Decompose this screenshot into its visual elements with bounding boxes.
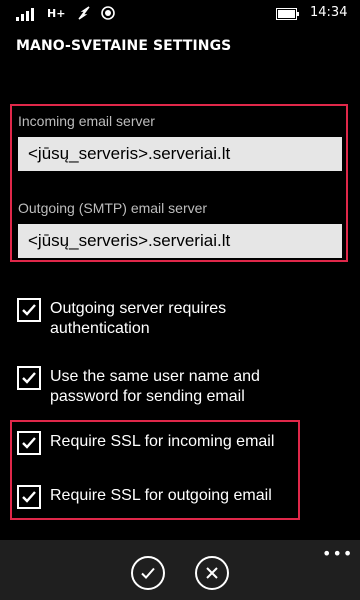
incoming-server-label: Incoming email server bbox=[18, 113, 155, 129]
checkmark-icon bbox=[22, 437, 36, 449]
incoming-server-input[interactable] bbox=[18, 137, 342, 171]
done-button[interactable] bbox=[131, 556, 165, 590]
checkbox-ssl-outgoing-label: Require SSL for outgoing email bbox=[50, 487, 272, 504]
location-icon bbox=[101, 6, 115, 20]
outgoing-server-input[interactable] bbox=[18, 224, 342, 258]
signal-icon bbox=[16, 8, 34, 21]
checkbox-outgoing-auth-box[interactable] bbox=[17, 298, 41, 322]
clock: 14:34 bbox=[310, 5, 348, 20]
checkmark-icon bbox=[22, 304, 36, 316]
cancel-button[interactable] bbox=[195, 556, 229, 590]
more-options-button[interactable]: ••• bbox=[322, 546, 353, 562]
cancel-icon bbox=[206, 567, 218, 579]
checkmark-icon bbox=[22, 372, 36, 384]
checkmark-icon bbox=[22, 491, 36, 503]
wifi-icon bbox=[78, 6, 90, 20]
done-icon bbox=[141, 567, 155, 579]
battery-icon bbox=[276, 8, 299, 20]
checkbox-outgoing-auth-label: Outgoing server requires authentication bbox=[50, 300, 227, 337]
outgoing-server-label: Outgoing (SMTP) email server bbox=[18, 200, 208, 216]
app-bar bbox=[0, 540, 360, 600]
checkbox-same-credentials-box[interactable] bbox=[17, 366, 41, 390]
checkbox-ssl-outgoing-box[interactable] bbox=[17, 485, 41, 509]
page-title: MANO-SVETAINE SETTINGS bbox=[16, 38, 232, 54]
network-type: H+ bbox=[47, 7, 66, 20]
checkbox-ssl-incoming-label: Require SSL for incoming email bbox=[50, 433, 275, 450]
checkbox-ssl-incoming-box[interactable] bbox=[17, 431, 41, 455]
status-bar: H+ 14:34 bbox=[0, 0, 360, 30]
checkbox-same-credentials-label: Use the same user name and password for … bbox=[50, 368, 260, 405]
